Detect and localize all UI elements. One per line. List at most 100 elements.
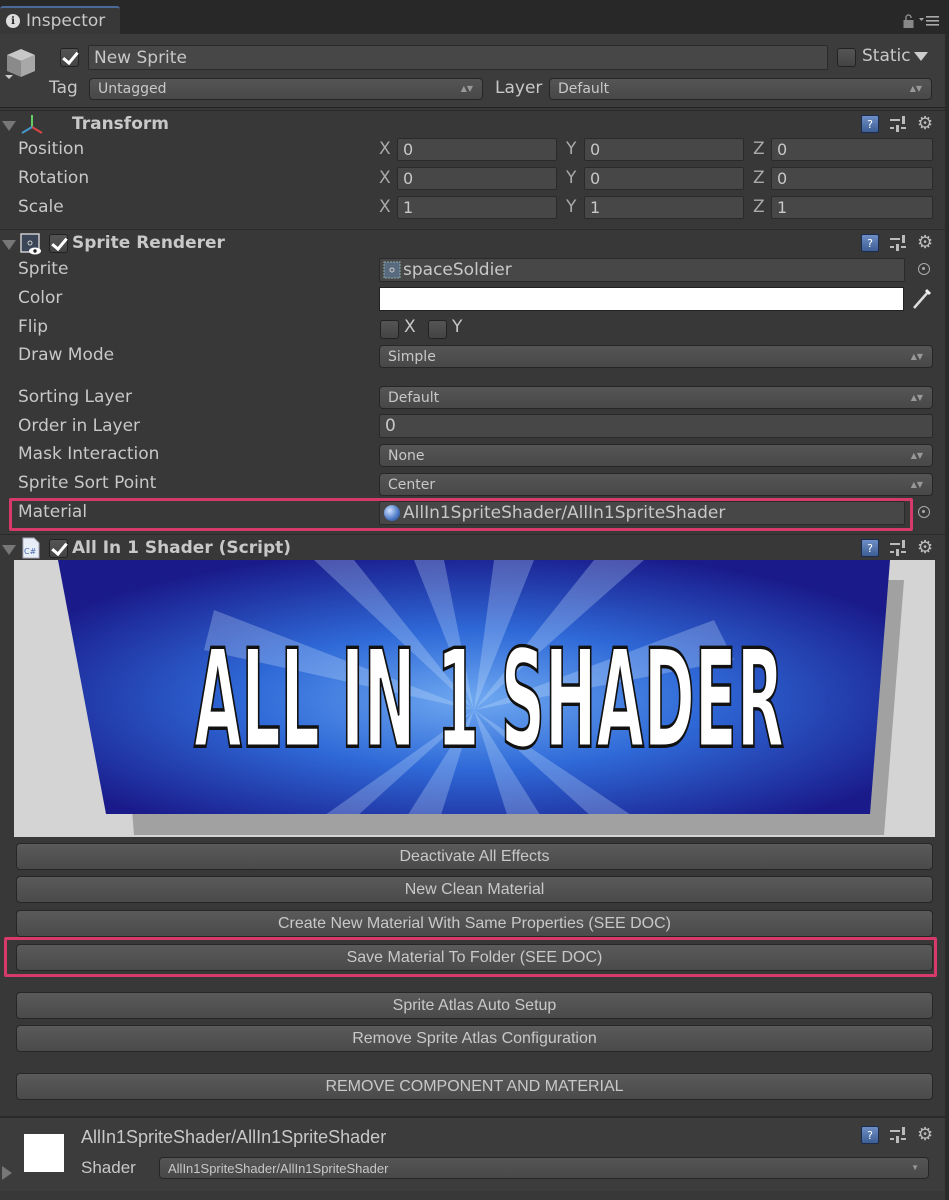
static-checkbox[interactable] bbox=[837, 48, 856, 67]
position-label: Position bbox=[18, 139, 85, 159]
position-x-field[interactable]: 0 bbox=[397, 138, 557, 161]
shader-dropdown[interactable]: AllIn1SpriteShader/AllIn1SpriteShader ▼ bbox=[159, 1157, 929, 1179]
flip-x-checkbox[interactable] bbox=[380, 320, 399, 339]
sprite-renderer-title: Sprite Renderer bbox=[72, 233, 225, 253]
deactivate-all-effects-button[interactable]: Deactivate All Effects bbox=[16, 843, 933, 870]
order-in-layer-label: Order in Layer bbox=[18, 416, 141, 436]
updown-arrows-icon: ▲▼ bbox=[910, 392, 923, 402]
material-preview-thumbnail bbox=[24, 1134, 64, 1172]
transform-header[interactable]: Transform ? ⚙ bbox=[0, 110, 949, 138]
rotation-label: Rotation bbox=[18, 168, 90, 188]
scale-x-field[interactable]: 1 bbox=[397, 196, 557, 219]
axis-z-label: Z bbox=[753, 139, 765, 159]
material-highlight-box bbox=[9, 498, 913, 531]
scale-z-field[interactable]: 1 bbox=[771, 196, 933, 219]
dropdown-arrow-icon: ▼ bbox=[911, 1163, 919, 1172]
updown-arrows-icon: ▲▼ bbox=[910, 479, 923, 489]
order-in-layer-field[interactable]: 0 bbox=[379, 414, 933, 438]
help-book-icon[interactable]: ? bbox=[861, 115, 879, 133]
tab-inspector[interactable]: i Inspector bbox=[0, 6, 120, 34]
mask-interaction-value: None bbox=[388, 447, 425, 464]
lock-icon[interactable] bbox=[903, 14, 914, 28]
updown-arrows-icon: ▲▼ bbox=[460, 84, 473, 93]
draw-mode-dropdown[interactable]: Simple ▲▼ bbox=[379, 345, 933, 368]
help-book-icon[interactable]: ? bbox=[861, 234, 879, 252]
gameobject-active-checkbox[interactable] bbox=[60, 48, 79, 67]
layer-label: Layer bbox=[495, 78, 543, 98]
axis-z-label: Z bbox=[753, 197, 765, 217]
rotation-x-field[interactable]: 0 bbox=[397, 167, 557, 190]
transform-title: Transform bbox=[72, 114, 169, 134]
transform-axes-icon bbox=[21, 115, 43, 134]
info-icon: i bbox=[6, 14, 20, 28]
object-picker-icon[interactable] bbox=[918, 263, 930, 275]
shader-script-enabled-checkbox[interactable] bbox=[49, 539, 68, 558]
sorting-layer-label: Sorting Layer bbox=[18, 387, 132, 407]
mask-interaction-dropdown[interactable]: None ▲▼ bbox=[379, 444, 933, 467]
gear-icon[interactable]: ⚙ bbox=[917, 115, 939, 133]
sprite-value: spaceSoldier bbox=[403, 260, 512, 280]
flip-y-checkbox[interactable] bbox=[428, 320, 447, 339]
foldout-arrow-icon[interactable] bbox=[2, 545, 16, 555]
tab-bar: i Inspector bbox=[0, 0, 949, 34]
position-x-value: 0 bbox=[403, 140, 414, 159]
presets-icon[interactable] bbox=[889, 115, 907, 133]
scale-y-field[interactable]: 1 bbox=[584, 196, 744, 219]
panel-menu-icon[interactable] bbox=[919, 16, 939, 26]
material-panel-title: AllIn1SpriteShader/AllIn1SpriteShader bbox=[81, 1127, 387, 1147]
tag-label: Tag bbox=[49, 78, 78, 98]
gear-icon[interactable]: ⚙ bbox=[917, 539, 939, 557]
rotation-y-value: 0 bbox=[590, 169, 601, 188]
position-z-field[interactable]: 0 bbox=[771, 138, 933, 161]
remove-sprite-atlas-config-button[interactable]: Remove Sprite Atlas Configuration bbox=[16, 1025, 933, 1052]
presets-icon[interactable] bbox=[889, 234, 907, 252]
rotation-z-field[interactable]: 0 bbox=[771, 167, 933, 190]
sprite-renderer-icon bbox=[20, 233, 41, 255]
gameobject-cube-icon bbox=[5, 49, 35, 79]
foldout-arrow-icon[interactable] bbox=[2, 121, 16, 131]
sprite-renderer-header[interactable]: Sprite Renderer ? ⚙ bbox=[0, 229, 949, 257]
color-field[interactable] bbox=[379, 287, 904, 311]
scale-label: Scale bbox=[18, 197, 64, 217]
foldout-arrow-icon[interactable] bbox=[2, 240, 16, 250]
object-picker-icon[interactable] bbox=[918, 506, 930, 518]
layer-dropdown[interactable]: Default ▲▼ bbox=[549, 78, 932, 100]
flip-x-label: X bbox=[404, 317, 416, 337]
new-clean-material-button[interactable]: New Clean Material bbox=[16, 876, 933, 903]
help-book-icon[interactable]: ? bbox=[861, 539, 879, 557]
presets-icon[interactable] bbox=[889, 539, 907, 557]
remove-component-and-material-button[interactable]: REMOVE COMPONENT AND MATERIAL bbox=[16, 1073, 933, 1100]
gameobject-name-field[interactable]: New Sprite bbox=[88, 45, 828, 70]
draw-mode-value: Simple bbox=[388, 348, 436, 365]
layer-value: Default bbox=[558, 81, 610, 97]
foldout-arrow-icon[interactable] bbox=[2, 1166, 12, 1180]
sorting-layer-dropdown[interactable]: Default ▲▼ bbox=[379, 386, 933, 409]
svg-text:C#: C# bbox=[24, 547, 37, 556]
help-book-icon[interactable]: ? bbox=[861, 1126, 879, 1144]
presets-icon[interactable] bbox=[889, 1126, 907, 1144]
sprite-atlas-auto-setup-button[interactable]: Sprite Atlas Auto Setup bbox=[16, 992, 933, 1019]
order-in-layer-value: 0 bbox=[385, 416, 396, 436]
rotation-y-field[interactable]: 0 bbox=[584, 167, 744, 190]
gear-icon[interactable]: ⚙ bbox=[917, 1126, 939, 1144]
sprite-object-field[interactable]: spaceSoldier bbox=[379, 258, 905, 282]
sprite-sort-point-dropdown[interactable]: Center ▲▼ bbox=[379, 473, 933, 496]
gear-icon[interactable]: ⚙ bbox=[917, 234, 939, 252]
tag-dropdown[interactable]: Untagged ▲▼ bbox=[89, 78, 483, 100]
position-y-field[interactable]: 0 bbox=[584, 138, 744, 161]
axis-y-label: Y bbox=[566, 139, 577, 159]
tab-label: Inspector bbox=[26, 11, 106, 31]
flip-y-label: Y bbox=[452, 317, 463, 337]
shader-script-header[interactable]: C# All In 1 Shader (Script) ? ⚙ bbox=[0, 534, 949, 562]
eyedropper-icon[interactable] bbox=[911, 287, 933, 311]
gameobject-name-value: New Sprite bbox=[94, 47, 187, 68]
create-new-material-button[interactable]: Create New Material With Same Properties… bbox=[16, 910, 933, 937]
shader-value: AllIn1SpriteShader/AllIn1SpriteShader bbox=[168, 1160, 389, 1176]
shader-label: Shader bbox=[81, 1158, 136, 1177]
all-in-1-shader-banner: ALL IN 1 SHADER bbox=[14, 560, 935, 837]
sorting-layer-value: Default bbox=[388, 389, 440, 406]
color-label: Color bbox=[18, 288, 63, 308]
static-dropdown-arrow-icon[interactable] bbox=[914, 52, 928, 61]
sprite-renderer-enabled-checkbox[interactable] bbox=[49, 234, 68, 253]
sprite-label: Sprite bbox=[18, 259, 69, 279]
